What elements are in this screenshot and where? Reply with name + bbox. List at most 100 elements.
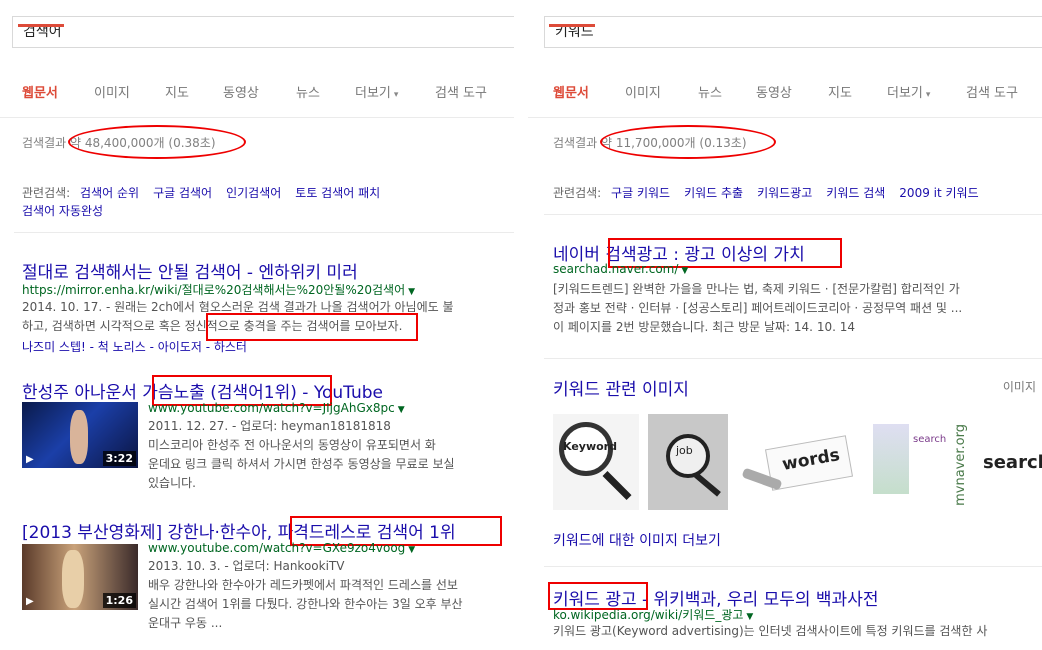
red-box-highlight <box>206 313 418 341</box>
images-heading[interactable]: 키워드 관련 이미지 <box>553 375 689 400</box>
result-url-text: https://mirror.enha.kr/wiki/절대로%20검색해서는%… <box>22 283 406 297</box>
tab-maps[interactable]: 지도 <box>165 82 189 101</box>
related-searches: 관련검색: 구글 키워드 키워드 추출 키워드광고 키워드 검색 2009 it 키워드 <box>553 184 993 201</box>
related-link[interactable]: 키워드광고 <box>757 186 812 200</box>
image-result-search[interactable]: search <box>981 414 1042 510</box>
related-link[interactable]: 2009 it 키워드 <box>899 186 978 200</box>
related-link[interactable]: 검색어 순위 <box>80 186 139 200</box>
result-snippet: 키워드 광고(Keyword advertising)는 인터넷 검색사이트에 … <box>553 622 987 641</box>
snippet-line: 운데요 링크 클릭 하셔서 가시면 한성주 동영상을 무료로 보실 <box>148 457 455 471</box>
snippet-line: 키워드 광고(Keyword advertising)는 인터넷 검색사이트에 … <box>553 624 988 638</box>
tile-text: search <box>983 452 1042 473</box>
search-input[interactable]: 검색어 <box>12 16 514 48</box>
dropdown-arrow-icon[interactable]: ▼ <box>408 545 415 555</box>
related-link[interactable]: 키워드 추출 <box>684 186 743 200</box>
result-url: www.youtube.com/watch?v=GXe9zo4voog ▼ <box>148 541 415 555</box>
right-search-panel: 키워드 웹문서 이미지 뉴스 동영상 지도 더보기 ▾ 검색 도구 검색결과 약 … <box>528 0 1042 650</box>
video-thumbnail[interactable]: ▶ 3:22 <box>22 402 138 468</box>
video-duration: 3:22 <box>102 451 136 466</box>
divider <box>544 566 1042 567</box>
tab-search-tools[interactable]: 검색 도구 <box>966 82 1018 101</box>
dropdown-arrow-icon[interactable]: ▼ <box>681 266 688 276</box>
snippet-line: 배우 강한나와 한수아가 레드카펫에서 파격적인 드레스를 선보 <box>148 578 458 592</box>
result-url: https://mirror.enha.kr/wiki/절대로%20검색해서는%… <box>22 281 415 298</box>
video-thumbnail[interactable]: ▶ 1:26 <box>22 544 138 610</box>
tab-images[interactable]: 이미지 <box>625 82 661 101</box>
related-link[interactable]: 구글 검색어 <box>153 186 212 200</box>
image-result-keyword[interactable]: Keyword <box>553 414 639 510</box>
tab-web[interactable]: 웹문서 <box>22 82 58 101</box>
tab-search-tools[interactable]: 검색 도구 <box>435 82 487 101</box>
tab-web[interactable]: 웹문서 <box>553 82 589 101</box>
dropdown-arrow-icon[interactable]: ▼ <box>746 612 753 622</box>
tile-text: mvnaver.org <box>953 424 968 506</box>
tab-more[interactable]: 더보기 ▾ <box>355 82 398 101</box>
result-url-text: www.youtube.com/watch?v=GXe9zo4voog <box>148 541 406 555</box>
wordcloud-block <box>873 424 909 494</box>
tile-text: job <box>676 444 693 457</box>
image-result-words[interactable]: words <box>738 414 856 510</box>
result-url-text: searchad.naver.com/ <box>553 262 679 276</box>
snippet-line: 미스코리아 한성주 전 아나운서의 동영상이 유포되면서 화 <box>148 438 436 452</box>
tab-more-label: 더보기 <box>887 86 923 101</box>
tab-videos[interactable]: 동영상 <box>223 82 259 101</box>
active-tab-indicator <box>549 24 595 27</box>
snippet-line: 있습니다. <box>148 476 196 490</box>
tabs-divider <box>528 117 1042 118</box>
tab-maps[interactable]: 지도 <box>828 82 852 101</box>
tab-more-label: 더보기 <box>355 86 391 101</box>
result-snippet: 2011. 12. 27. - 업로더: heyman18181818 미스코리… <box>148 417 455 493</box>
image-result-wordcloud[interactable]: search mvnaver.org <box>865 414 977 510</box>
related-searches: 관련검색: 검색어 순위 구글 검색어 인기검색어 토토 검색어 패치 <box>22 184 394 201</box>
result-snippet: 2013. 10. 3. - 업로더: HankookiTV 배우 강한나와 한… <box>148 557 463 633</box>
related-label: 관련검색: <box>22 186 71 200</box>
snippet-meta: 2011. 12. 27. - 업로더: heyman18181818 <box>148 419 391 433</box>
related-link[interactable]: 구글 키워드 <box>611 186 670 200</box>
result-url: ko.wikipedia.org/wiki/키워드_광고 ▼ <box>553 606 753 623</box>
snippet-line: [키워드트렌드] 완벽한 가을을 만나는 법, 축제 키워드 · [전문가칼럼]… <box>553 282 960 296</box>
related-link[interactable]: 검색어 자동완성 <box>22 204 103 218</box>
image-result-job[interactable]: job <box>648 414 728 510</box>
active-tab-indicator <box>18 24 64 27</box>
thumbnail-figure <box>62 550 84 608</box>
dropdown-arrow-icon[interactable]: ▼ <box>398 405 405 415</box>
result-url-text: ko.wikipedia.org/wiki/키워드_광고 <box>553 608 744 622</box>
dropdown-arrow-icon[interactable]: ▼ <box>408 287 415 297</box>
related-searches-line2: 검색어 자동완성 <box>22 202 117 219</box>
magnifier-handle <box>694 472 721 497</box>
divider <box>544 214 1042 215</box>
result-url: searchad.naver.com/▼ <box>553 262 688 276</box>
tabs-divider <box>0 117 514 118</box>
search-tabs: 웹문서 이미지 지도 동영상 뉴스 더보기 ▾ 검색 도구 <box>0 82 514 102</box>
tab-videos[interactable]: 동영상 <box>756 82 792 101</box>
tile-text: Keyword <box>563 440 617 453</box>
chevron-down-icon: ▾ <box>393 90 399 100</box>
related-link[interactable]: 토토 검색어 패치 <box>295 186 380 200</box>
red-oval-highlight <box>68 125 246 159</box>
video-duration: 1:26 <box>102 593 136 608</box>
related-link[interactable]: 키워드 검색 <box>826 186 885 200</box>
tab-more[interactable]: 더보기 ▾ <box>887 82 930 101</box>
red-oval-highlight <box>600 125 776 159</box>
result-title[interactable]: 절대로 검색해서는 안될 검색어 - 엔하위키 미러 <box>22 258 358 283</box>
snippet-line: 정과 홍보 전략 · 인터뷰 · [성공스토리] 페어트레이드코리아 · 공정무… <box>553 301 963 315</box>
play-icon: ▶ <box>26 454 34 465</box>
tab-news[interactable]: 뉴스 <box>296 82 320 101</box>
snippet-line: 운대구 우동 ... <box>148 616 223 630</box>
search-input[interactable]: 키워드 <box>544 16 1042 48</box>
divider <box>14 232 514 233</box>
related-link[interactable]: 인기검색어 <box>226 186 281 200</box>
tab-news[interactable]: 뉴스 <box>698 82 722 101</box>
tile-text: search <box>913 434 947 445</box>
thumbnail-figure <box>70 410 88 464</box>
more-images-link[interactable]: 키워드에 대한 이미지 더보기 <box>553 530 721 550</box>
result-url-text: www.youtube.com/watch?v=JIjgAhGx8pc <box>148 401 395 415</box>
result-snippet: [키워드트렌드] 완벽한 가을을 만나는 법, 축제 키워드 · [전문가칼럼]… <box>553 280 962 337</box>
images-report-link[interactable]: 이미지 <box>1003 378 1036 395</box>
search-tabs: 웹문서 이미지 뉴스 동영상 지도 더보기 ▾ 검색 도구 <box>528 82 1042 102</box>
magnifier-handle <box>602 471 632 501</box>
tab-images[interactable]: 이미지 <box>94 82 130 101</box>
panel-gutter <box>514 0 528 650</box>
left-search-panel: 검색어 웹문서 이미지 지도 동영상 뉴스 더보기 ▾ 검색 도구 검색결과 약 … <box>0 0 514 650</box>
snippet-line: 실시간 검색어 1위를 다퉜다. 강한나와 한수아는 3일 오후 부산 <box>148 597 463 611</box>
